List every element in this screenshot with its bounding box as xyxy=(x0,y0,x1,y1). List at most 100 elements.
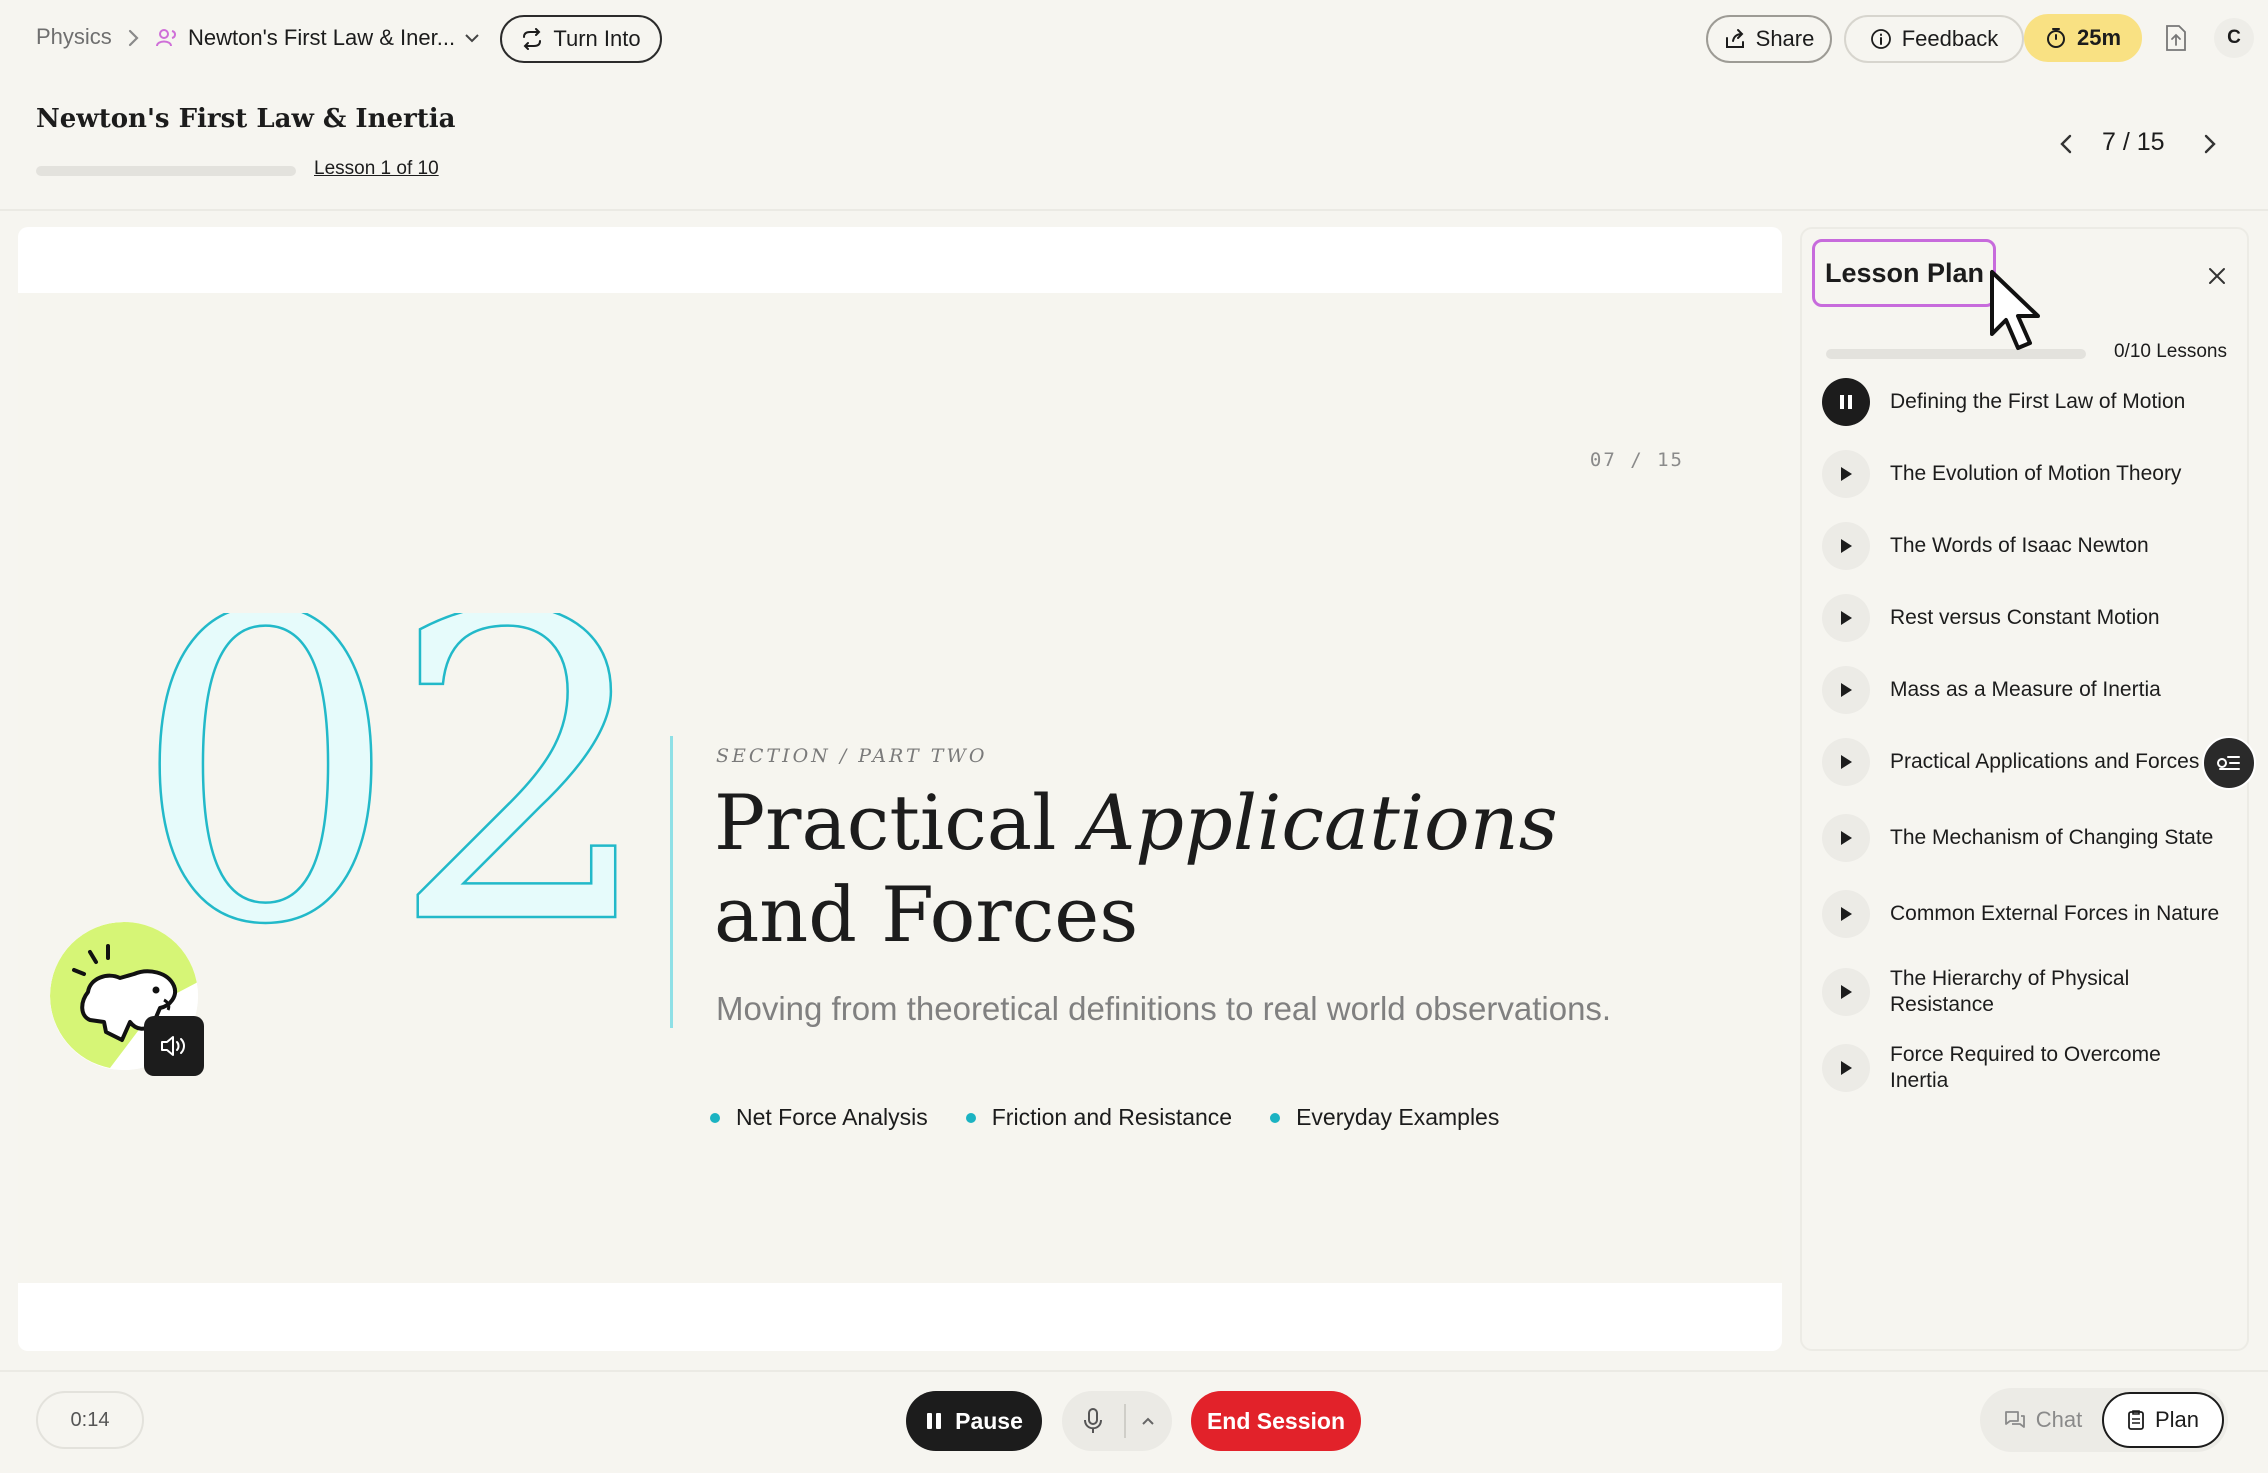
turn-into-label: Turn Into xyxy=(553,26,641,51)
lesson-plan-item-label: Rest versus Constant Motion xyxy=(1890,606,2160,629)
play-icon xyxy=(1841,539,1852,553)
lesson-index-link[interactable]: Lesson 1 of 10 xyxy=(314,158,439,180)
bullet-text: Everyday Examples xyxy=(1296,1104,1500,1130)
bullet-dot xyxy=(710,1112,720,1123)
share-button[interactable]: Share xyxy=(1706,15,1832,63)
slide-title-italic: Applications xyxy=(1080,778,1558,867)
lesson-title: Newton's First Law & Inertia xyxy=(36,104,456,134)
play-lesson-button[interactable] xyxy=(1822,890,1870,938)
convert-icon xyxy=(523,28,542,50)
turn-into-button[interactable]: Turn Into xyxy=(500,15,662,63)
bullet-item: Everyday Examples xyxy=(1270,1104,1499,1131)
lesson-plan-item-label: Mass as a Measure of Inertia xyxy=(1890,678,2161,701)
lesson-plan-item-label: Common External Forces in Nature xyxy=(1890,902,2220,925)
mic-options-button[interactable] xyxy=(1126,1391,1170,1451)
lesson-plan-item[interactable]: Mass as a Measure of Inertia xyxy=(1822,666,2242,714)
feedback-label: Feedback xyxy=(1901,26,1999,51)
play-icon xyxy=(1841,907,1852,921)
play-icon xyxy=(1841,467,1852,481)
plan-toggle[interactable]: Plan xyxy=(2102,1392,2224,1448)
chat-toggle[interactable]: Chat xyxy=(1984,1392,2102,1448)
user-avatar[interactable]: C xyxy=(2214,18,2254,58)
lesson-plan-item[interactable]: Common External Forces in Nature xyxy=(1822,890,2242,938)
lesson-plan-item-label: The Mechanism of Changing State xyxy=(1890,826,2214,849)
lesson-progress-bar xyxy=(36,166,296,176)
play-lesson-button[interactable] xyxy=(1822,738,1870,786)
bullet-text: Net Force Analysis xyxy=(736,1104,928,1130)
lesson-plan-item[interactable]: Defining the First Law of Motion xyxy=(1822,378,2242,426)
slide-subtitle: Moving from theoretical definitions to r… xyxy=(716,990,1612,1027)
slide-number: 07 / 15 xyxy=(1589,449,1684,471)
play-icon xyxy=(1841,1061,1852,1075)
accent-divider xyxy=(670,736,673,1028)
clipboard-icon xyxy=(2128,1410,2144,1430)
section-label: SECTION / PART TWO xyxy=(716,745,988,767)
lesson-plan-item[interactable]: The Evolution of Motion Theory xyxy=(1822,450,2242,498)
slide-bullets: Net Force Analysis Friction and Resistan… xyxy=(710,1104,1499,1131)
slide-card: 07 / 15 02 SECTION / PART TWO Practical … xyxy=(18,227,1782,1351)
view-toggle: Chat Plan xyxy=(1980,1388,2228,1452)
play-lesson-button[interactable] xyxy=(1822,1044,1870,1092)
group-icon xyxy=(156,29,176,47)
lesson-plan-item[interactable]: The Words of Isaac Newton xyxy=(1822,522,2242,570)
chevron-right-icon[interactable] xyxy=(2196,128,2224,160)
chevron-up-icon xyxy=(1142,1417,1154,1425)
lesson-plan-item[interactable]: Force Required to Overcome Inertia xyxy=(1822,1042,2242,1094)
play-lesson-button[interactable] xyxy=(1822,522,1870,570)
bullet-item: Friction and Resistance xyxy=(965,1104,1232,1131)
list-settings-icon xyxy=(2217,756,2240,770)
pause-lesson-button[interactable] xyxy=(1822,378,1870,426)
end-session-button[interactable]: End Session xyxy=(1191,1391,1361,1451)
chat-icon xyxy=(2004,1411,2025,1428)
outline-toggle-button[interactable] xyxy=(2202,736,2256,790)
play-lesson-button[interactable] xyxy=(1822,450,1870,498)
breadcrumb-physics[interactable]: Physics xyxy=(36,24,112,50)
play-lesson-button[interactable] xyxy=(1822,594,1870,642)
lesson-plan-item-label: Practical Applications and Forces xyxy=(1890,750,2200,773)
play-icon xyxy=(1841,683,1852,697)
lesson-plan-item[interactable]: Practical Applications and Forces xyxy=(1822,738,2242,786)
microphone-button[interactable] xyxy=(1062,1391,1124,1451)
feedback-button[interactable]: Feedback xyxy=(1844,15,2024,63)
breadcrumb-current-lesson[interactable]: Newton's First Law & Iner... xyxy=(156,22,481,54)
mouse-cursor-icon xyxy=(1990,270,2040,350)
pause-button[interactable]: Pause xyxy=(906,1391,1042,1451)
chevron-left-icon[interactable] xyxy=(2052,128,2080,160)
lesson-plan-panel: Lesson Plan 0/10 Lessons Defining the Fi… xyxy=(1800,227,2249,1351)
section-big-number-text: 02 xyxy=(132,613,646,933)
pause-icon xyxy=(927,1413,942,1429)
microphone-control xyxy=(1062,1391,1172,1451)
lesson-plan-item[interactable]: Rest versus Constant Motion xyxy=(1822,594,2242,642)
pause-icon xyxy=(1840,395,1852,409)
play-lesson-button[interactable] xyxy=(1822,666,1870,714)
slide-title-plain: Practical xyxy=(714,778,1081,867)
play-lesson-button[interactable] xyxy=(1822,968,1870,1016)
footer-divider xyxy=(0,1370,2268,1372)
info-icon xyxy=(1870,29,1891,49)
volume-button[interactable] xyxy=(144,1016,204,1076)
play-icon xyxy=(1841,985,1852,999)
play-lesson-button[interactable] xyxy=(1822,814,1870,862)
share-icon xyxy=(1725,29,1744,48)
elapsed-time: 0:14 xyxy=(36,1391,144,1449)
close-icon[interactable] xyxy=(2206,265,2228,287)
header-divider xyxy=(0,209,2268,211)
lesson-plan-item[interactable]: The Mechanism of Changing State xyxy=(1822,814,2242,862)
lesson-plan-title[interactable]: Lesson Plan xyxy=(1812,239,1996,307)
plan-toggle-label: Plan xyxy=(2154,1407,2200,1432)
bullet-dot xyxy=(1270,1112,1281,1123)
speaker-icon xyxy=(161,1036,185,1056)
lesson-plan-item-label: The Words of Isaac Newton xyxy=(1890,534,2149,557)
lesson-plan-item-label: Defining the First Law of Motion xyxy=(1890,390,2186,413)
pause-label: Pause xyxy=(955,1407,1023,1434)
lesson-plan-item[interactable]: The Hierarchy of Physical Resistance xyxy=(1822,966,2242,1018)
play-icon xyxy=(1841,831,1852,845)
slide-canvas: 07 / 15 02 SECTION / PART TWO Practical … xyxy=(18,293,1782,1283)
lesson-plan-item-label: The Evolution of Motion Theory xyxy=(1890,462,2182,485)
microphone-icon xyxy=(1084,1408,1102,1433)
timer-badge[interactable]: 25m xyxy=(2024,14,2142,62)
timer-label: 25m xyxy=(2076,25,2122,50)
share-label: Share xyxy=(1755,26,1815,51)
export-file-icon[interactable] xyxy=(2164,24,2188,52)
bullet-item: Net Force Analysis xyxy=(710,1104,928,1131)
